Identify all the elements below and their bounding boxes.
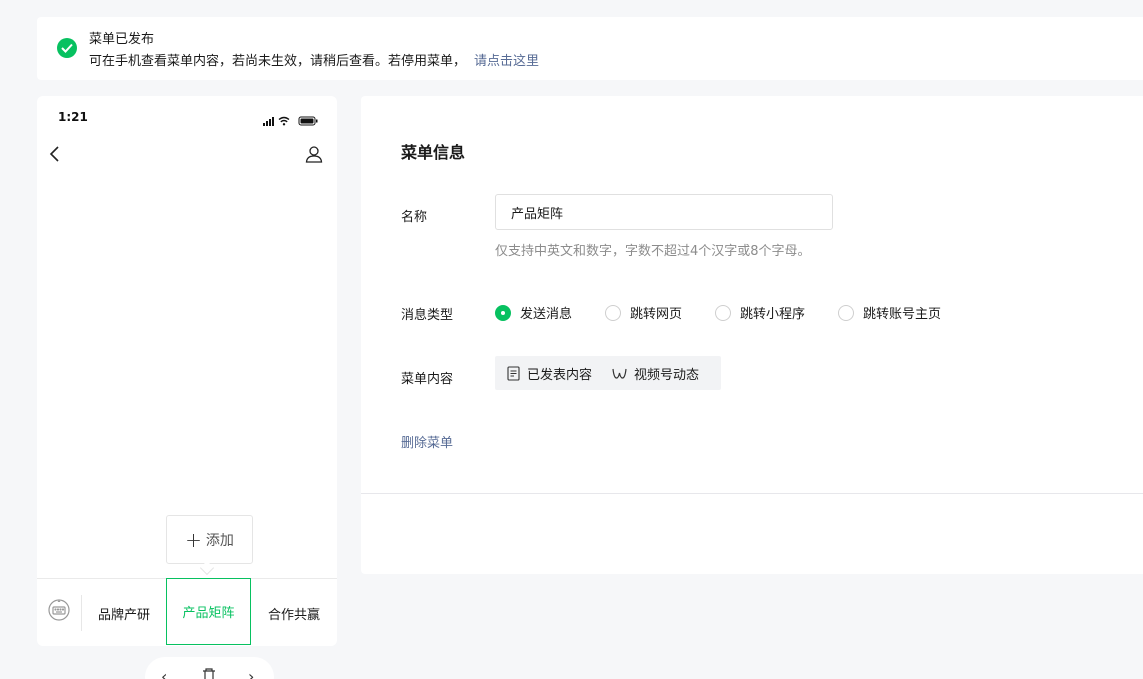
menu-item-brand[interactable]: 品牌产研 — [82, 579, 166, 647]
preview-controls: ‹ › — [145, 657, 274, 679]
type-label: 消息类型 — [401, 308, 454, 323]
disable-menu-link[interactable]: 请点击这里 — [474, 54, 539, 69]
check-circle-icon — [57, 38, 77, 58]
radio-unchecked-icon — [838, 304, 855, 321]
menu-item-products[interactable]: 产品矩阵 — [166, 578, 251, 645]
add-submenu-button[interactable]: + 添加 — [166, 515, 253, 564]
notice-description-text: 可在手机查看菜单内容，若尚未生效，请稍后查看。若停用菜单， — [89, 54, 467, 69]
name-hint: 仅支持中英文和数字，字数不超过4个汉字或8个字母。 — [495, 244, 811, 259]
notice-title: 菜单已发布 — [89, 32, 155, 47]
wifi-icon — [278, 116, 290, 123]
publish-notice: 菜单已发布 可在手机查看菜单内容，若尚未生效，请稍后查看。若停用菜单， 请点击这里 — [37, 17, 1143, 80]
radio-open-account-home[interactable]: 跳转账号主页 — [838, 303, 941, 322]
menu-item-cooperation[interactable]: 合作共赢 — [251, 579, 337, 647]
message-type-radios: 发送消息 跳转网页 跳转小程序 跳转账号主页 — [495, 303, 941, 322]
document-icon — [507, 365, 520, 381]
status-icons — [263, 111, 319, 130]
signal-icon — [263, 117, 274, 126]
tab-channels-feed[interactable]: 视频号动态 — [612, 364, 699, 383]
menu-name-input[interactable] — [495, 194, 833, 230]
channels-icon — [612, 368, 627, 379]
menu-info-panel: 菜单信息 名称 仅支持中英文和数字，字数不超过4个汉字或8个字母。 消息类型 发… — [361, 96, 1143, 574]
section-title: 菜单信息 — [401, 143, 466, 162]
phone-preview: 1:21 + 添加 品牌产研 产品矩阵 合作共赢 — [37, 96, 337, 646]
panel-divider — [361, 493, 1143, 494]
plus-icon: + — [185, 527, 202, 552]
add-label: 添加 — [205, 532, 234, 549]
chevron-left-icon[interactable]: ‹ — [161, 667, 167, 679]
radio-unchecked-icon — [605, 304, 622, 321]
radio-open-miniprogram[interactable]: 跳转小程序 — [715, 303, 805, 322]
content-type-tabs: 已发表内容 视频号动态 — [495, 356, 721, 390]
delete-menu-link[interactable]: 删除菜单 — [401, 432, 453, 451]
name-label: 名称 — [401, 210, 428, 225]
chevron-right-icon[interactable]: › — [248, 667, 254, 679]
radio-send-message[interactable]: 发送消息 — [495, 303, 572, 322]
notice-description: 可在手机查看菜单内容，若尚未生效，请稍后查看。若停用菜单， 请点击这里 — [89, 50, 539, 69]
menu-bar: 品牌产研 产品矩阵 合作共赢 — [37, 578, 337, 646]
chevron-left-icon[interactable] — [48, 145, 64, 163]
user-icon[interactable] — [305, 145, 323, 163]
status-time: 1:21 — [58, 110, 88, 124]
radio-checked-icon — [495, 304, 511, 321]
keyboard-icon[interactable] — [47, 598, 71, 622]
radio-unchecked-icon — [715, 304, 732, 321]
radio-open-webpage[interactable]: 跳转网页 — [605, 303, 682, 322]
battery-icon — [298, 116, 318, 126]
content-label: 菜单内容 — [401, 372, 454, 387]
trash-icon[interactable] — [201, 667, 217, 679]
tab-published-content[interactable]: 已发表内容 — [507, 364, 592, 383]
